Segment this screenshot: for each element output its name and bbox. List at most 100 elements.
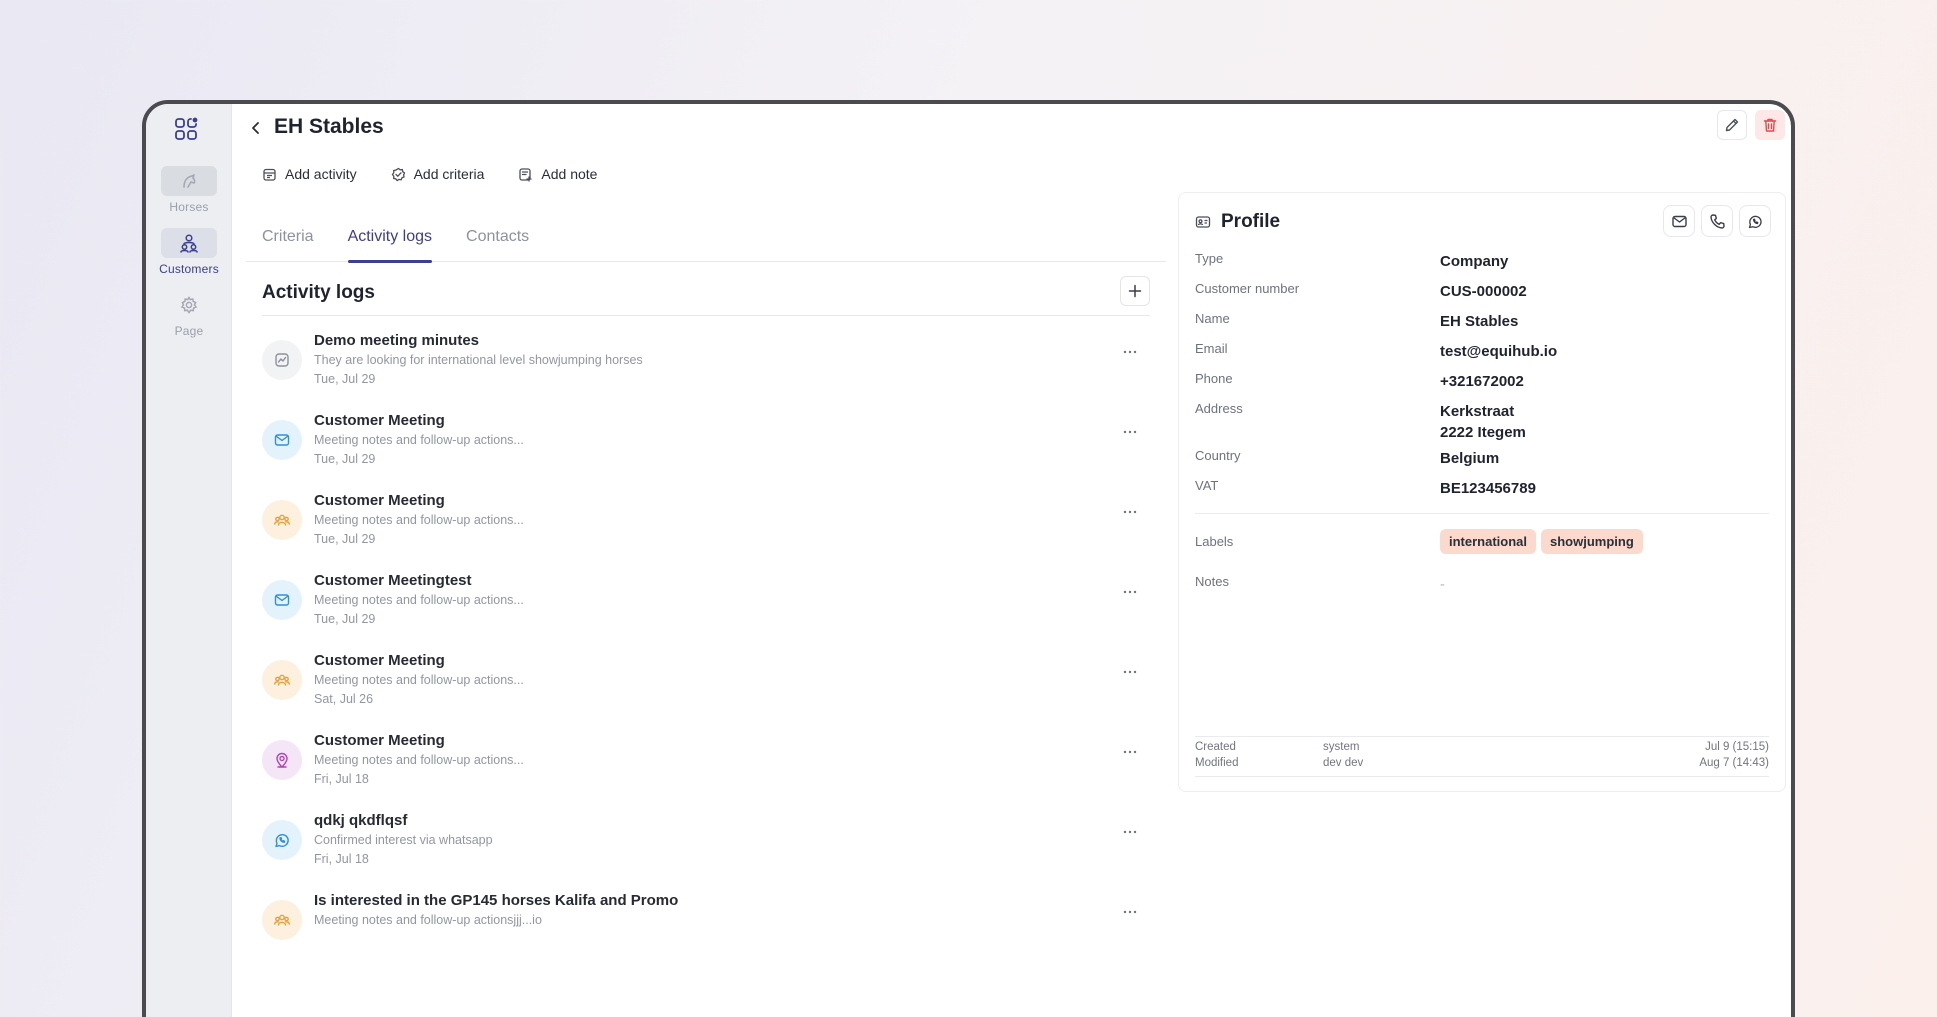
trash-icon: [1763, 118, 1777, 132]
field-value: Company: [1440, 253, 1509, 270]
meta-user: system: [1323, 741, 1360, 753]
label-tag[interactable]: showjumping: [1541, 529, 1643, 554]
field-value: CUS-000002: [1440, 283, 1527, 300]
mail-icon: [1671, 215, 1687, 227]
activity-log-description: Meeting notes and follow-up actions...: [314, 513, 524, 527]
activity-log-description: They are looking for international level…: [314, 353, 643, 367]
add-activity-button[interactable]: Add activity: [262, 166, 357, 182]
activity-log-title: Customer Meeting: [314, 412, 445, 429]
id-card-icon: [1195, 216, 1211, 228]
delete-button[interactable]: [1755, 110, 1785, 140]
activity-log-title: Is interested in the GP145 horses Kalifa…: [314, 892, 679, 909]
email-button[interactable]: [1663, 205, 1695, 237]
more-options-icon[interactable]: [1118, 424, 1142, 448]
profile-field-phone: Phone +321672002: [1195, 371, 1769, 401]
field-label: Address: [1195, 401, 1243, 416]
field-value[interactable]: +321672002: [1440, 371, 1524, 392]
activity-log-item[interactable]: Is interested in the GP145 horses Kalifa…: [262, 886, 1150, 966]
apps-grid-icon[interactable]: [173, 116, 201, 144]
add-criteria-button[interactable]: Add criteria: [391, 166, 484, 182]
mail-icon: [262, 420, 302, 460]
whatsapp-button[interactable]: [1739, 205, 1771, 237]
activity-log-description: Meeting notes and follow-up actions...: [314, 433, 524, 447]
sidebar-item-page[interactable]: Page: [146, 290, 232, 338]
more-options-icon[interactable]: [1118, 744, 1142, 768]
activity-panel: Criteria Activity logs Contacts Activity…: [246, 214, 1166, 1017]
group-icon: [262, 660, 302, 700]
activity-log-title: qdkj qkdflqsf: [314, 812, 408, 829]
tab-bar: Criteria Activity logs Contacts: [246, 214, 1166, 263]
customers-icon: [161, 228, 217, 258]
sidebar-item-customers[interactable]: Customers: [146, 228, 232, 276]
more-options-icon[interactable]: [1118, 904, 1142, 928]
label-tag[interactable]: international: [1440, 529, 1537, 554]
meta-modified: Modified dev dev Aug 7 (14:43): [1195, 757, 1769, 773]
activity-log-date: Sat, Jul 26: [314, 692, 374, 706]
activity-logs-title: Activity logs: [262, 282, 375, 303]
profile-field-notes: Notes -: [1195, 574, 1769, 604]
add-note-button[interactable]: Add note: [518, 166, 597, 182]
horse-icon: [161, 166, 217, 196]
sidebar-item-horses[interactable]: Horses: [146, 166, 232, 214]
activity-log-description: Meeting notes and follow-up actions...: [314, 753, 524, 767]
more-options-icon[interactable]: [1118, 344, 1142, 368]
whatsapp-icon: [262, 820, 302, 860]
activity-log-item[interactable]: qdkj qkdflqsf Confirmed interest via what…: [262, 806, 1150, 886]
tab-activity-logs[interactable]: Activity logs: [347, 214, 433, 263]
activity-log-date: Tue, Jul 29: [314, 452, 376, 466]
calendar-icon: [263, 168, 276, 181]
divider: [1195, 736, 1769, 737]
field-label: Notes: [1195, 574, 1229, 589]
profile-field-labels: Labels international showjumping: [1195, 529, 1769, 564]
activity-log-date: Fri, Jul 18: [314, 772, 369, 786]
activity-log-item[interactable]: Demo meeting minutes They are looking for…: [262, 326, 1150, 406]
sidebar: Horses Customers Page: [146, 104, 232, 1017]
activity-log-item[interactable]: Customer Meeting Meeting notes and follow…: [262, 646, 1150, 726]
more-options-icon[interactable]: [1118, 824, 1142, 848]
add-activity-log-button[interactable]: [1120, 276, 1150, 306]
field-label: Country: [1195, 448, 1241, 463]
whatsapp-icon: [1748, 215, 1762, 228]
phone-icon: [1709, 213, 1725, 229]
sidebar-item-label: Customers: [159, 262, 219, 276]
more-options-icon[interactable]: [1118, 504, 1142, 528]
more-options-icon[interactable]: [1118, 584, 1142, 608]
activity-log-item[interactable]: Customer Meeting Meeting notes and follow…: [262, 486, 1150, 566]
more-options-icon[interactable]: [1118, 664, 1142, 688]
chevron-left-icon: [252, 122, 259, 134]
back-button[interactable]: [244, 116, 268, 140]
plus-icon: [1128, 284, 1142, 298]
profile-field-type: Type Company: [1195, 251, 1769, 281]
meta-date: Aug 7 (14:43): [1699, 757, 1769, 769]
tab-criteria[interactable]: Criteria: [262, 214, 314, 262]
call-button[interactable]: [1701, 205, 1733, 237]
field-value[interactable]: test@equihub.io: [1440, 341, 1557, 362]
sidebar-item-label: Page: [174, 324, 204, 338]
profile-field-vat: VAT BE123456789: [1195, 478, 1769, 508]
activity-log-description: Confirmed interest via whatsapp: [314, 833, 493, 847]
field-label: Name: [1195, 311, 1230, 326]
check-badge-icon: [391, 167, 405, 181]
top-actions: [1717, 110, 1785, 140]
activity-log-item[interactable]: Customer Meeting Meeting notes and follow…: [262, 726, 1150, 806]
field-value: BE123456789: [1440, 480, 1536, 497]
activity-log-title: Customer Meeting: [314, 732, 445, 749]
note-add-icon: [519, 167, 533, 182]
activity-log-item[interactable]: Customer Meetingtest Meeting notes and fo…: [262, 566, 1150, 646]
contact-actions: [1663, 205, 1771, 237]
field-label: Phone: [1195, 371, 1233, 386]
field-label: Customer number: [1195, 281, 1300, 296]
meta-created: Created system Jul 9 (15:15): [1195, 741, 1769, 757]
edit-button[interactable]: [1717, 110, 1747, 140]
activity-log-date: Tue, Jul 29: [314, 372, 376, 386]
activity-log-list: Demo meeting minutes They are looking for…: [262, 326, 1150, 984]
activity-log-title: Customer Meeting: [314, 492, 445, 509]
profile-title: Profile: [1221, 211, 1281, 232]
tab-contacts[interactable]: Contacts: [466, 214, 529, 262]
profile-field-name: Name EH Stables: [1195, 311, 1769, 341]
activity-log-date: Fri, Jul 18: [314, 852, 369, 866]
topbar: EH Stables: [232, 104, 1791, 154]
activity-log-title: Demo meeting minutes: [314, 332, 480, 349]
activity-log-item[interactable]: Customer Meeting Meeting notes and follow…: [262, 406, 1150, 486]
meta-date: Jul 9 (15:15): [1705, 741, 1769, 753]
